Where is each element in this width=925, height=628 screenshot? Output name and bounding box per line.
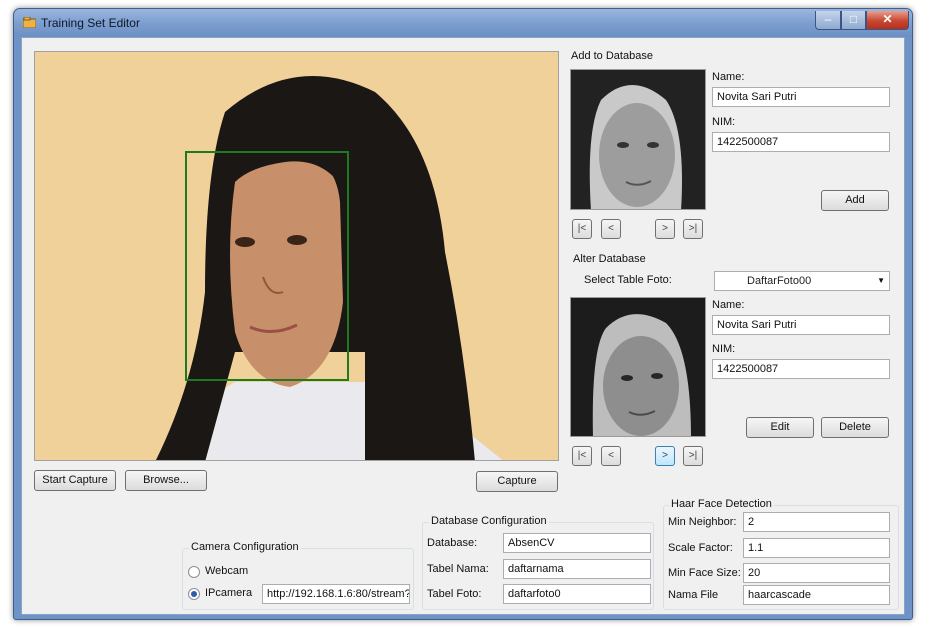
add-prev-button[interactable]: < (601, 219, 621, 239)
alter-nim-field[interactable]: 1422500087 (712, 359, 890, 379)
add-next-button[interactable]: > (655, 219, 675, 239)
start-capture-button[interactable]: Start Capture (34, 470, 116, 491)
min-neighbor-field[interactable]: 2 (743, 512, 890, 532)
capture-preview (34, 51, 559, 461)
alter-first-button[interactable]: |< (572, 446, 592, 466)
alter-face-thumbnail (570, 297, 706, 437)
add-face-thumbnail (570, 69, 706, 210)
add-to-database-title: Add to Database (569, 50, 655, 62)
scale-factor-label: Scale Factor: (668, 542, 733, 554)
title-bar[interactable]: Training Set Editor – □ ✕ (14, 9, 912, 37)
edit-button[interactable]: Edit (746, 417, 814, 438)
add-nim-label: NIM: (712, 116, 736, 128)
add-name-field[interactable]: Novita Sari Putri (712, 87, 890, 107)
add-nim-field[interactable]: 1422500087 (712, 132, 890, 152)
ipcamera-radio[interactable] (188, 588, 200, 600)
alter-next-button[interactable]: > (655, 446, 675, 466)
alter-name-field[interactable]: Novita Sari Putri (712, 315, 890, 335)
webcam-label: Webcam (205, 565, 249, 577)
alter-database-title: Alter Database (573, 253, 646, 265)
min-neighbor-label: Min Neighbor: (668, 516, 737, 528)
tabel-foto-label: Tabel Foto: (427, 588, 482, 600)
tabel-nama-label: Tabel Nama: (427, 563, 489, 575)
min-face-size-label: Min Face Size: (668, 567, 741, 579)
alter-last-button[interactable]: >| (683, 446, 703, 466)
minimize-button[interactable]: – (815, 11, 841, 30)
ip-camera-url-field[interactable]: http://192.168.1.6:80/stream?u (262, 584, 410, 604)
alter-name-label: Name: (712, 299, 745, 311)
add-name-label: Name: (712, 71, 745, 83)
capture-button[interactable]: Capture (476, 471, 558, 492)
database-field[interactable]: AbsenCV (503, 533, 651, 553)
maximize-button[interactable]: □ (841, 11, 866, 30)
nama-file-label: Nama File (668, 589, 719, 601)
database-label: Database: (427, 537, 478, 549)
add-first-button[interactable]: |< (572, 219, 592, 239)
webcam-radio[interactable] (188, 566, 200, 578)
scale-factor-field[interactable]: 1.1 (743, 538, 890, 558)
alter-thumbnail-image (571, 298, 705, 436)
select-table-foto-label: Select Table Foto: (584, 274, 672, 286)
add-last-button[interactable]: >| (683, 219, 703, 239)
select-table-foto-dropdown[interactable]: DaftarFoto00 ▼ (714, 271, 890, 291)
close-button[interactable]: ✕ (866, 11, 909, 30)
min-face-size-field[interactable]: 20 (743, 563, 890, 583)
haar-face-detection-title: Haar Face Detection (669, 498, 774, 510)
face-thumbnail-image (571, 70, 705, 209)
window-title: Training Set Editor (41, 16, 140, 30)
client-area: Start Capture Browse... Capture Add to D… (21, 37, 905, 615)
detected-face-box (185, 151, 349, 381)
ipcamera-label: IPcamera (205, 587, 253, 599)
browse-button[interactable]: Browse... (125, 470, 207, 491)
select-table-foto-value: DaftarFoto00 (747, 275, 812, 287)
delete-button[interactable]: Delete (821, 417, 889, 438)
alter-nim-label: NIM: (712, 343, 736, 355)
chevron-down-icon: ▼ (877, 276, 885, 285)
tabel-foto-field[interactable]: daftarfoto0 (503, 584, 651, 604)
nama-file-field[interactable]: haarcascade (743, 585, 890, 605)
alter-prev-button[interactable]: < (601, 446, 621, 466)
camera-configuration-title: Camera Configuration (189, 541, 301, 553)
tabel-nama-field[interactable]: daftarnama (503, 559, 651, 579)
app-window: Training Set Editor – □ ✕ Start Capture … (13, 8, 913, 620)
database-configuration-title: Database Configuration (429, 515, 549, 527)
app-icon (23, 17, 36, 28)
add-button[interactable]: Add (821, 190, 889, 211)
